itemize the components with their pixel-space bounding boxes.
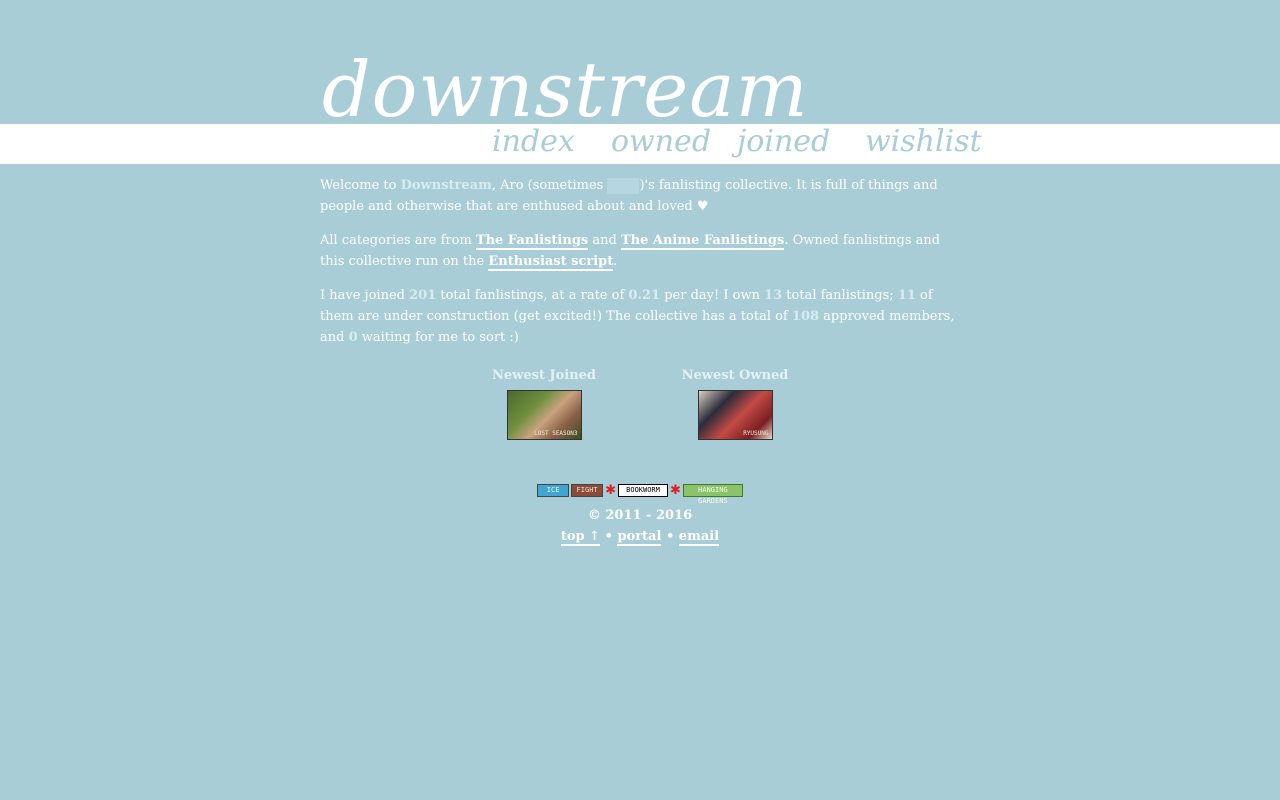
intro-content: Welcome to Downstream, Aro (sometimes )'…: [320, 175, 960, 361]
star-icon: ✱: [670, 483, 681, 498]
button-row: ICE FIGHT ✱ BOOKWORM ✱ HANGING GARDENS: [0, 483, 1280, 505]
members-count: 108: [791, 309, 820, 324]
welcome-text-2: , Aro (sometimes: [491, 178, 608, 193]
stats-text: I have joined: [320, 288, 410, 303]
main-nav: index owned joined wishlist: [0, 124, 1280, 164]
hanging-gardens-button[interactable]: HANGING GARDENS: [682, 484, 743, 505]
pending-count: 0: [348, 330, 358, 345]
stats-text-7: waiting for me to sort :): [357, 330, 519, 345]
star-icon: ✱: [605, 483, 616, 498]
newest-joined-title: Newest Joined: [491, 368, 597, 383]
fight-button[interactable]: FIGHT: [571, 484, 604, 497]
categories-text: All categories are from: [320, 233, 476, 248]
redacted-name: [607, 177, 640, 194]
categories-paragraph: All categories are from The Fanlistings …: [320, 230, 960, 272]
newest-joined-caption: LOST SEASON3: [534, 430, 578, 437]
separator: •: [661, 529, 679, 544]
join-rate: 0.21: [628, 288, 661, 303]
top-link[interactable]: top ↑: [560, 529, 601, 546]
joined-count: 201: [409, 288, 437, 303]
nav-owned-link[interactable]: owned: [611, 127, 711, 157]
newest-owned-title: Newest Owned: [681, 368, 789, 383]
owned-count: 13: [764, 288, 783, 303]
stats-text-2: total fanlistings, at a rate of: [436, 288, 629, 303]
welcome-paragraph: Welcome to Downstream, Aro (sometimes )'…: [320, 175, 960, 217]
footer: ICE FIGHT ✱ BOOKWORM ✱ HANGING GARDENS © 2011…: [0, 484, 1280, 548]
stats-text-3: per day! I own: [660, 288, 765, 303]
nav-wishlist-link[interactable]: wishlist: [865, 127, 982, 157]
construction-count: 11: [897, 288, 916, 303]
the-fanlistings-link[interactable]: The Fanlistings: [475, 233, 589, 250]
welcome-text: Welcome to: [320, 178, 401, 193]
the-anime-fanlistings-link[interactable]: The Anime Fanlistings: [620, 233, 785, 250]
newest-owned-thumbnail[interactable]: RYUSUNG: [697, 390, 773, 440]
ice-button[interactable]: ICE: [537, 484, 570, 497]
categories-text-2: and: [588, 233, 621, 248]
nav-index-link[interactable]: index: [492, 127, 575, 157]
enthusiast-script-link[interactable]: Enthusiast script: [488, 254, 614, 271]
nav-joined-link[interactable]: joined: [737, 127, 830, 157]
site-name: Downstream: [400, 178, 492, 193]
footer-links: top ↑ • portal • email: [0, 526, 1280, 548]
newest-joined-thumbnail[interactable]: LOST SEASON3: [506, 390, 582, 440]
portal-link[interactable]: portal: [617, 529, 662, 546]
newest-owned-caption: RYUSUNG: [743, 430, 769, 437]
stats-text-4: total fanlistings;: [782, 288, 898, 303]
bookworm-button[interactable]: BOOKWORM: [618, 484, 668, 497]
stats-paragraph: I have joined 201 total fanlistings, at …: [320, 285, 960, 348]
site-logo[interactable]: downstream: [322, 52, 809, 128]
categories-text-4: .: [613, 254, 618, 269]
separator: •: [600, 529, 618, 544]
copyright: © 2011 - 2016: [587, 508, 693, 523]
email-link[interactable]: email: [678, 529, 720, 546]
newest-joined-block: Newest Joined LOST SEASON3: [464, 367, 624, 440]
newest-owned-block: Newest Owned RYUSUNG: [655, 367, 815, 440]
